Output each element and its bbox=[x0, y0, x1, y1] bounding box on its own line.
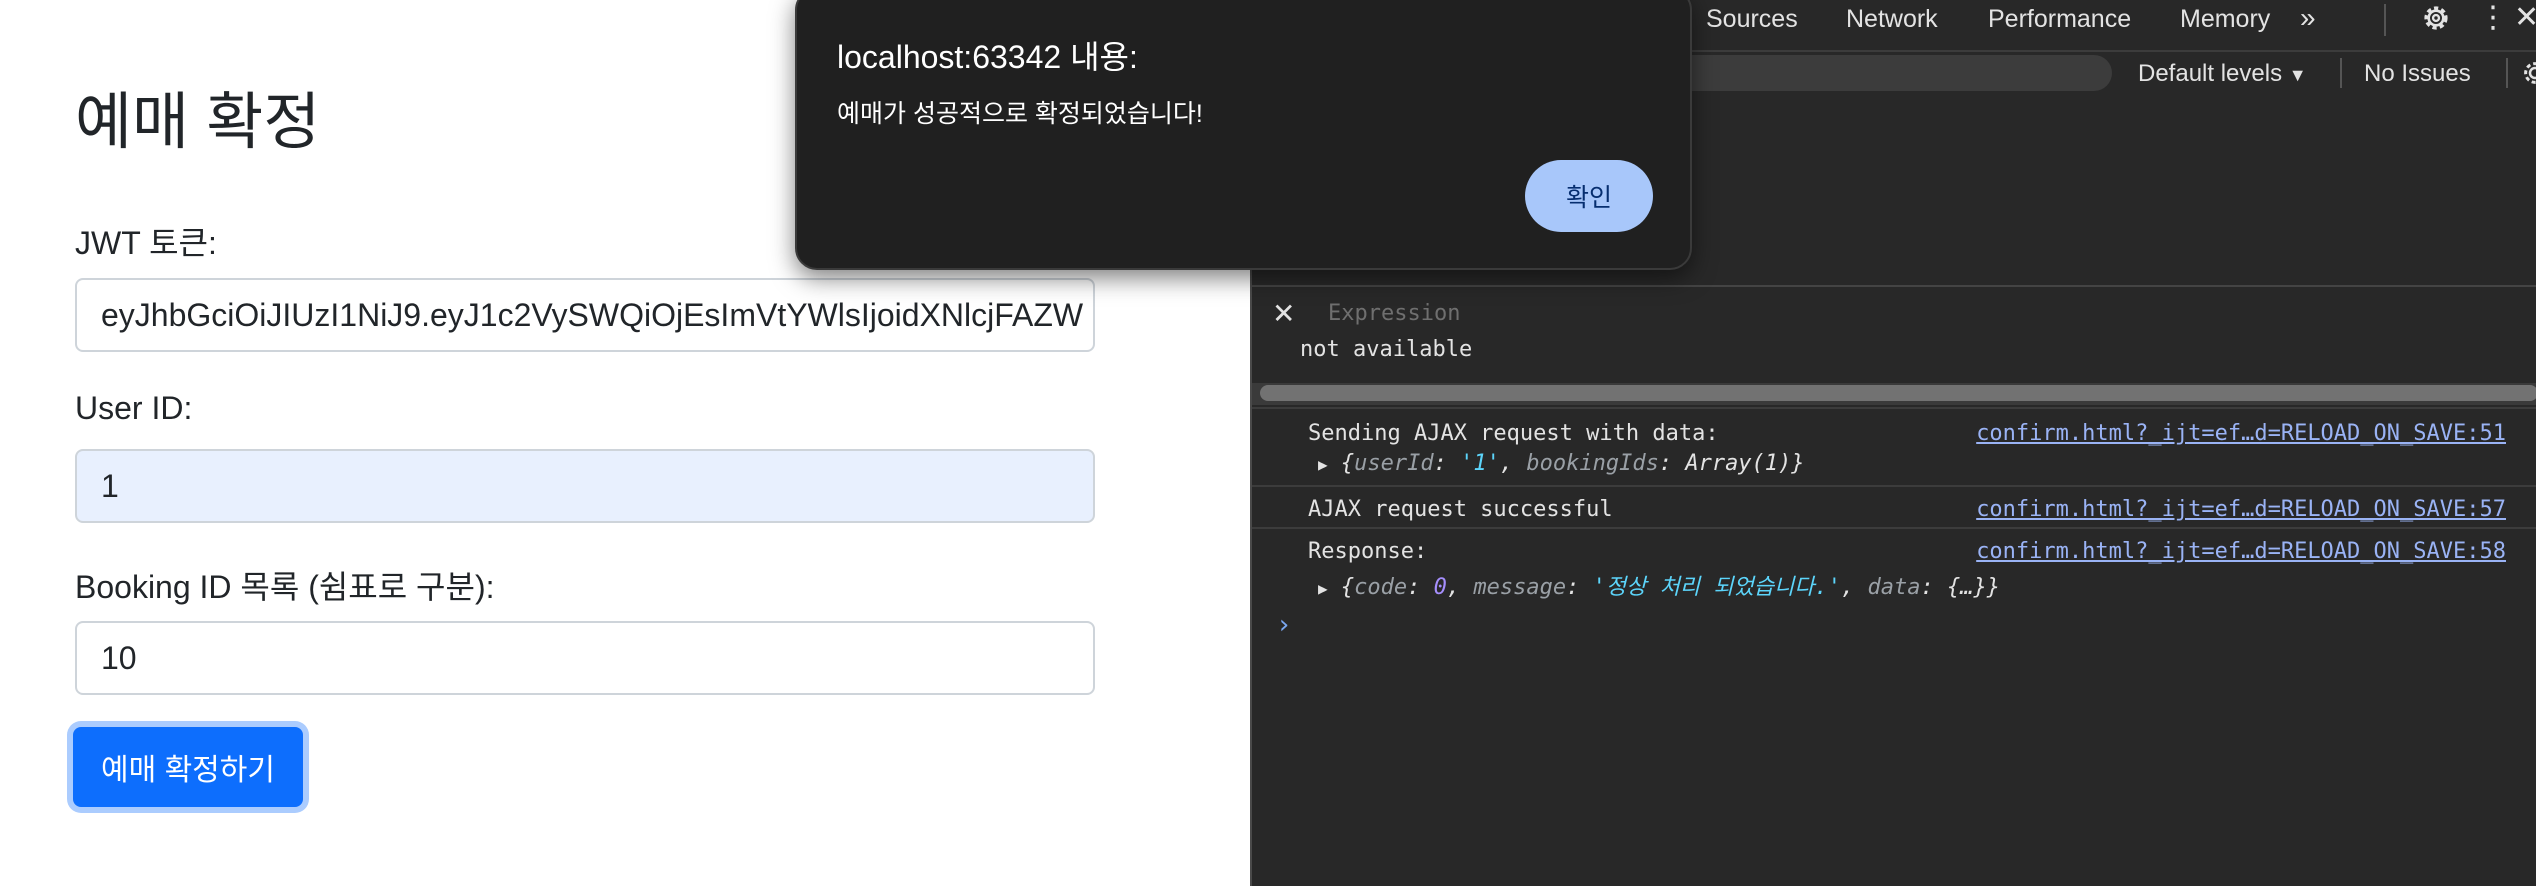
jwt-input[interactable]: eyJhbGciOiJIUzI1NiJ9.eyJ1c2VySWQiOjEsImV… bbox=[75, 278, 1095, 352]
tab-performance[interactable]: Performance bbox=[1988, 5, 2131, 34]
close-icon[interactable]: ✕ bbox=[2514, 0, 2536, 35]
console-message: Response: confirm.html?_ijt=ef…d=RELOAD_… bbox=[1252, 527, 2536, 603]
object-key: userId bbox=[1354, 451, 1434, 476]
booking-ids-label: Booking ID 목록 (쉼표로 구분): bbox=[75, 569, 495, 605]
console-message-text: Response: bbox=[1308, 539, 1428, 564]
console-object[interactable]: ▶ {userId: '1', bookingIds: Array(1)} bbox=[1318, 451, 1805, 476]
console-message-text: Sending AJAX request with data: bbox=[1308, 421, 1719, 446]
tab-divider bbox=[2384, 4, 2386, 36]
chevron-double-right-icon[interactable]: » bbox=[2300, 2, 2316, 34]
console-message: AJAX request successful confirm.html?_ij… bbox=[1252, 485, 2536, 527]
console-source-link[interactable]: confirm.html?_ijt=ef…d=RELOAD_ON_SAVE:58 bbox=[1976, 539, 2506, 564]
object-key: code bbox=[1354, 575, 1408, 600]
caret-down-icon: ▼ bbox=[2288, 65, 2307, 85]
toolbar-divider-2 bbox=[2506, 58, 2508, 88]
tab-memory[interactable]: Memory bbox=[2180, 5, 2270, 34]
gear-icon[interactable] bbox=[2420, 2, 2452, 34]
object-value: '1' bbox=[1460, 451, 1500, 476]
page-title: 예매 확정 bbox=[75, 88, 321, 157]
console-source-link[interactable]: confirm.html?_ijt=ef…d=RELOAD_ON_SAVE:57 bbox=[1976, 497, 2506, 522]
console-prompt[interactable]: › bbox=[1276, 610, 1292, 640]
object-value: '정상 처리 되었습니다.' bbox=[1592, 575, 1841, 600]
console-message: Sending AJAX request with data: confirm.… bbox=[1252, 407, 2536, 483]
object-value: {…} bbox=[1946, 575, 1987, 600]
console-settings-gear-icon[interactable] bbox=[2520, 58, 2536, 88]
alert-title: localhost:63342 내용: bbox=[837, 39, 1138, 75]
expression-input[interactable]: Expression bbox=[1328, 301, 1460, 326]
booking-ids-input[interactable]: 10 bbox=[75, 621, 1095, 695]
alert-message: 예매가 성공적으로 확정되었습니다! bbox=[837, 100, 1203, 128]
jwt-input-value: eyJhbGciOiJIUzI1NiJ9.eyJ1c2VySWQiOjEsImV… bbox=[101, 297, 1084, 333]
console-message-text: AJAX request successful bbox=[1308, 497, 1613, 522]
userid-input[interactable]: 1 bbox=[75, 449, 1095, 523]
kebab-menu-icon[interactable]: ⋮ bbox=[2478, 0, 2508, 35]
toolbar-divider bbox=[2340, 58, 2342, 88]
object-key: message bbox=[1473, 575, 1567, 600]
alert-dialog: localhost:63342 내용: 예매가 성공적으로 확정되었습니다! 확… bbox=[795, 0, 1692, 270]
object-key: data bbox=[1867, 575, 1921, 600]
confirm-booking-button[interactable]: 예매 확정하기 bbox=[73, 727, 303, 807]
horizontal-scrollbar[interactable] bbox=[1260, 385, 2536, 401]
live-expression-area: ✕ Expression not available bbox=[1252, 285, 2536, 387]
tab-sources[interactable]: Sources bbox=[1706, 5, 1798, 34]
userid-input-value: 1 bbox=[101, 468, 119, 504]
expand-triangle-icon: ▶ bbox=[1318, 455, 1328, 474]
userid-label: User ID: bbox=[75, 390, 193, 426]
expression-value: not available bbox=[1300, 337, 1473, 362]
object-key: bookingIds bbox=[1526, 451, 1659, 476]
default-levels-dropdown[interactable]: Default levels ▼ bbox=[2138, 60, 2307, 88]
jwt-label: JWT 토큰: bbox=[75, 225, 217, 261]
alert-ok-button[interactable]: 확인 bbox=[1525, 160, 1653, 232]
expand-triangle-icon: ▶ bbox=[1318, 579, 1328, 598]
object-value: 0 bbox=[1433, 575, 1447, 600]
booking-ids-input-value: 10 bbox=[101, 640, 137, 676]
console-source-link[interactable]: confirm.html?_ijt=ef…d=RELOAD_ON_SAVE:51 bbox=[1976, 421, 2506, 446]
console-object[interactable]: ▶ {code: 0, message: '정상 처리 되었습니다.', dat… bbox=[1318, 569, 2000, 601]
object-value: Array(1) bbox=[1685, 451, 1792, 476]
remove-expression-close-icon[interactable]: ✕ bbox=[1272, 297, 1295, 330]
no-issues-button[interactable]: No Issues bbox=[2364, 60, 2471, 88]
tab-network[interactable]: Network bbox=[1846, 5, 1938, 34]
default-levels-label: Default levels bbox=[2138, 60, 2283, 87]
